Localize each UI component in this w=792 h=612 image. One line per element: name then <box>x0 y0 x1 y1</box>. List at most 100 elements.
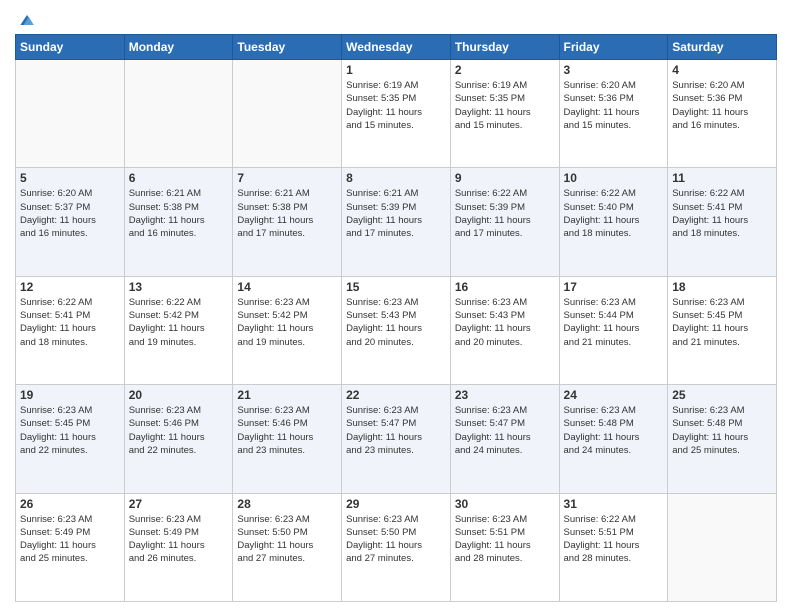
day-info: Sunrise: 6:23 AM Sunset: 5:46 PM Dayligh… <box>129 404 229 457</box>
calendar-cell: 1 Sunrise: 6:19 AM Sunset: 5:35 PM Daylig… <box>342 60 451 168</box>
day-info: Sunrise: 6:20 AM Sunset: 5:36 PM Dayligh… <box>672 79 772 132</box>
weekday-header: Saturday <box>668 35 777 60</box>
calendar-cell: 2 Sunrise: 6:19 AM Sunset: 5:35 PM Daylig… <box>450 60 559 168</box>
calendar-cell: 4 Sunrise: 6:20 AM Sunset: 5:36 PM Daylig… <box>668 60 777 168</box>
day-info: Sunrise: 6:22 AM Sunset: 5:42 PM Dayligh… <box>129 296 229 349</box>
calendar-cell: 15 Sunrise: 6:23 AM Sunset: 5:43 PM Dayli… <box>342 276 451 384</box>
calendar-cell: 27 Sunrise: 6:23 AM Sunset: 5:49 PM Dayli… <box>124 493 233 601</box>
day-info: Sunrise: 6:20 AM Sunset: 5:36 PM Dayligh… <box>564 79 664 132</box>
calendar-cell: 19 Sunrise: 6:23 AM Sunset: 5:45 PM Dayli… <box>16 385 125 493</box>
calendar-cell: 31 Sunrise: 6:22 AM Sunset: 5:51 PM Dayli… <box>559 493 668 601</box>
calendar-header-row: SundayMondayTuesdayWednesdayThursdayFrid… <box>16 35 777 60</box>
day-info: Sunrise: 6:22 AM Sunset: 5:39 PM Dayligh… <box>455 187 555 240</box>
day-number: 16 <box>455 280 555 294</box>
day-number: 25 <box>672 388 772 402</box>
day-info: Sunrise: 6:23 AM Sunset: 5:43 PM Dayligh… <box>455 296 555 349</box>
calendar-cell: 21 Sunrise: 6:23 AM Sunset: 5:46 PM Dayli… <box>233 385 342 493</box>
day-info: Sunrise: 6:23 AM Sunset: 5:43 PM Dayligh… <box>346 296 446 349</box>
day-number: 1 <box>346 63 446 77</box>
weekday-header: Thursday <box>450 35 559 60</box>
day-info: Sunrise: 6:23 AM Sunset: 5:49 PM Dayligh… <box>20 513 120 566</box>
day-number: 22 <box>346 388 446 402</box>
calendar-week-row: 12 Sunrise: 6:22 AM Sunset: 5:41 PM Dayli… <box>16 276 777 384</box>
calendar-cell: 23 Sunrise: 6:23 AM Sunset: 5:47 PM Dayli… <box>450 385 559 493</box>
logo-icon <box>17 10 37 30</box>
day-info: Sunrise: 6:23 AM Sunset: 5:42 PM Dayligh… <box>237 296 337 349</box>
day-number: 19 <box>20 388 120 402</box>
day-number: 15 <box>346 280 446 294</box>
day-number: 11 <box>672 171 772 185</box>
day-number: 26 <box>20 497 120 511</box>
calendar-cell: 5 Sunrise: 6:20 AM Sunset: 5:37 PM Daylig… <box>16 168 125 276</box>
day-number: 21 <box>237 388 337 402</box>
day-number: 13 <box>129 280 229 294</box>
calendar-cell: 14Sunrise: 6:23 AM Sunset: 5:42 PM Dayli… <box>233 276 342 384</box>
calendar-cell: 13 Sunrise: 6:22 AM Sunset: 5:42 PM Dayli… <box>124 276 233 384</box>
day-info: Sunrise: 6:19 AM Sunset: 5:35 PM Dayligh… <box>455 79 555 132</box>
calendar-cell <box>233 60 342 168</box>
day-number: 6 <box>129 171 229 185</box>
day-info: Sunrise: 6:23 AM Sunset: 5:45 PM Dayligh… <box>20 404 120 457</box>
calendar-week-row: 26 Sunrise: 6:23 AM Sunset: 5:49 PM Dayli… <box>16 493 777 601</box>
page: SundayMondayTuesdayWednesdayThursdayFrid… <box>0 0 792 612</box>
calendar-cell: 12 Sunrise: 6:22 AM Sunset: 5:41 PM Dayli… <box>16 276 125 384</box>
calendar-week-row: 19 Sunrise: 6:23 AM Sunset: 5:45 PM Dayli… <box>16 385 777 493</box>
day-number: 17 <box>564 280 664 294</box>
calendar-cell: 10Sunrise: 6:22 AM Sunset: 5:40 PM Dayli… <box>559 168 668 276</box>
calendar-week-row: 5 Sunrise: 6:20 AM Sunset: 5:37 PM Daylig… <box>16 168 777 276</box>
calendar-cell: 28Sunrise: 6:23 AM Sunset: 5:50 PM Dayli… <box>233 493 342 601</box>
day-info: Sunrise: 6:23 AM Sunset: 5:51 PM Dayligh… <box>455 513 555 566</box>
calendar-week-row: 1 Sunrise: 6:19 AM Sunset: 5:35 PM Daylig… <box>16 60 777 168</box>
day-info: Sunrise: 6:23 AM Sunset: 5:48 PM Dayligh… <box>672 404 772 457</box>
day-number: 12 <box>20 280 120 294</box>
weekday-header: Sunday <box>16 35 125 60</box>
day-info: Sunrise: 6:22 AM Sunset: 5:51 PM Dayligh… <box>564 513 664 566</box>
weekday-header: Tuesday <box>233 35 342 60</box>
day-info: Sunrise: 6:23 AM Sunset: 5:46 PM Dayligh… <box>237 404 337 457</box>
day-number: 5 <box>20 171 120 185</box>
day-number: 31 <box>564 497 664 511</box>
calendar-cell <box>16 60 125 168</box>
calendar-cell: 11 Sunrise: 6:22 AM Sunset: 5:41 PM Dayli… <box>668 168 777 276</box>
day-info: Sunrise: 6:19 AM Sunset: 5:35 PM Dayligh… <box>346 79 446 132</box>
calendar-cell: 24 Sunrise: 6:23 AM Sunset: 5:48 PM Dayli… <box>559 385 668 493</box>
day-number: 20 <box>129 388 229 402</box>
day-number: 23 <box>455 388 555 402</box>
calendar-cell <box>124 60 233 168</box>
day-info: Sunrise: 6:21 AM Sunset: 5:38 PM Dayligh… <box>129 187 229 240</box>
day-number: 9 <box>455 171 555 185</box>
calendar-cell: 18 Sunrise: 6:23 AM Sunset: 5:45 PM Dayli… <box>668 276 777 384</box>
calendar-cell: 29 Sunrise: 6:23 AM Sunset: 5:50 PM Dayli… <box>342 493 451 601</box>
day-info: Sunrise: 6:22 AM Sunset: 5:40 PM Dayligh… <box>564 187 664 240</box>
day-info: Sunrise: 6:21 AM Sunset: 5:39 PM Dayligh… <box>346 187 446 240</box>
day-info: Sunrise: 6:23 AM Sunset: 5:50 PM Dayligh… <box>346 513 446 566</box>
calendar-table: SundayMondayTuesdayWednesdayThursdayFrid… <box>15 34 777 602</box>
day-number: 2 <box>455 63 555 77</box>
weekday-header: Monday <box>124 35 233 60</box>
day-info: Sunrise: 6:23 AM Sunset: 5:47 PM Dayligh… <box>346 404 446 457</box>
header <box>15 10 777 26</box>
day-number: 29 <box>346 497 446 511</box>
calendar-cell <box>668 493 777 601</box>
day-info: Sunrise: 6:23 AM Sunset: 5:48 PM Dayligh… <box>564 404 664 457</box>
calendar-cell: 26 Sunrise: 6:23 AM Sunset: 5:49 PM Dayli… <box>16 493 125 601</box>
day-info: Sunrise: 6:23 AM Sunset: 5:49 PM Dayligh… <box>129 513 229 566</box>
calendar-cell: 9 Sunrise: 6:22 AM Sunset: 5:39 PM Daylig… <box>450 168 559 276</box>
day-info: Sunrise: 6:22 AM Sunset: 5:41 PM Dayligh… <box>20 296 120 349</box>
day-info: Sunrise: 6:22 AM Sunset: 5:41 PM Dayligh… <box>672 187 772 240</box>
day-number: 4 <box>672 63 772 77</box>
day-info: Sunrise: 6:20 AM Sunset: 5:37 PM Dayligh… <box>20 187 120 240</box>
day-number: 24 <box>564 388 664 402</box>
weekday-header: Friday <box>559 35 668 60</box>
calendar-cell: 17Sunrise: 6:23 AM Sunset: 5:44 PM Dayli… <box>559 276 668 384</box>
day-number: 18 <box>672 280 772 294</box>
calendar-cell: 3 Sunrise: 6:20 AM Sunset: 5:36 PM Daylig… <box>559 60 668 168</box>
day-number: 27 <box>129 497 229 511</box>
calendar-cell: 22 Sunrise: 6:23 AM Sunset: 5:47 PM Dayli… <box>342 385 451 493</box>
weekday-header: Wednesday <box>342 35 451 60</box>
calendar-cell: 16 Sunrise: 6:23 AM Sunset: 5:43 PM Dayli… <box>450 276 559 384</box>
day-number: 30 <box>455 497 555 511</box>
day-info: Sunrise: 6:23 AM Sunset: 5:47 PM Dayligh… <box>455 404 555 457</box>
day-info: Sunrise: 6:23 AM Sunset: 5:45 PM Dayligh… <box>672 296 772 349</box>
day-number: 3 <box>564 63 664 77</box>
